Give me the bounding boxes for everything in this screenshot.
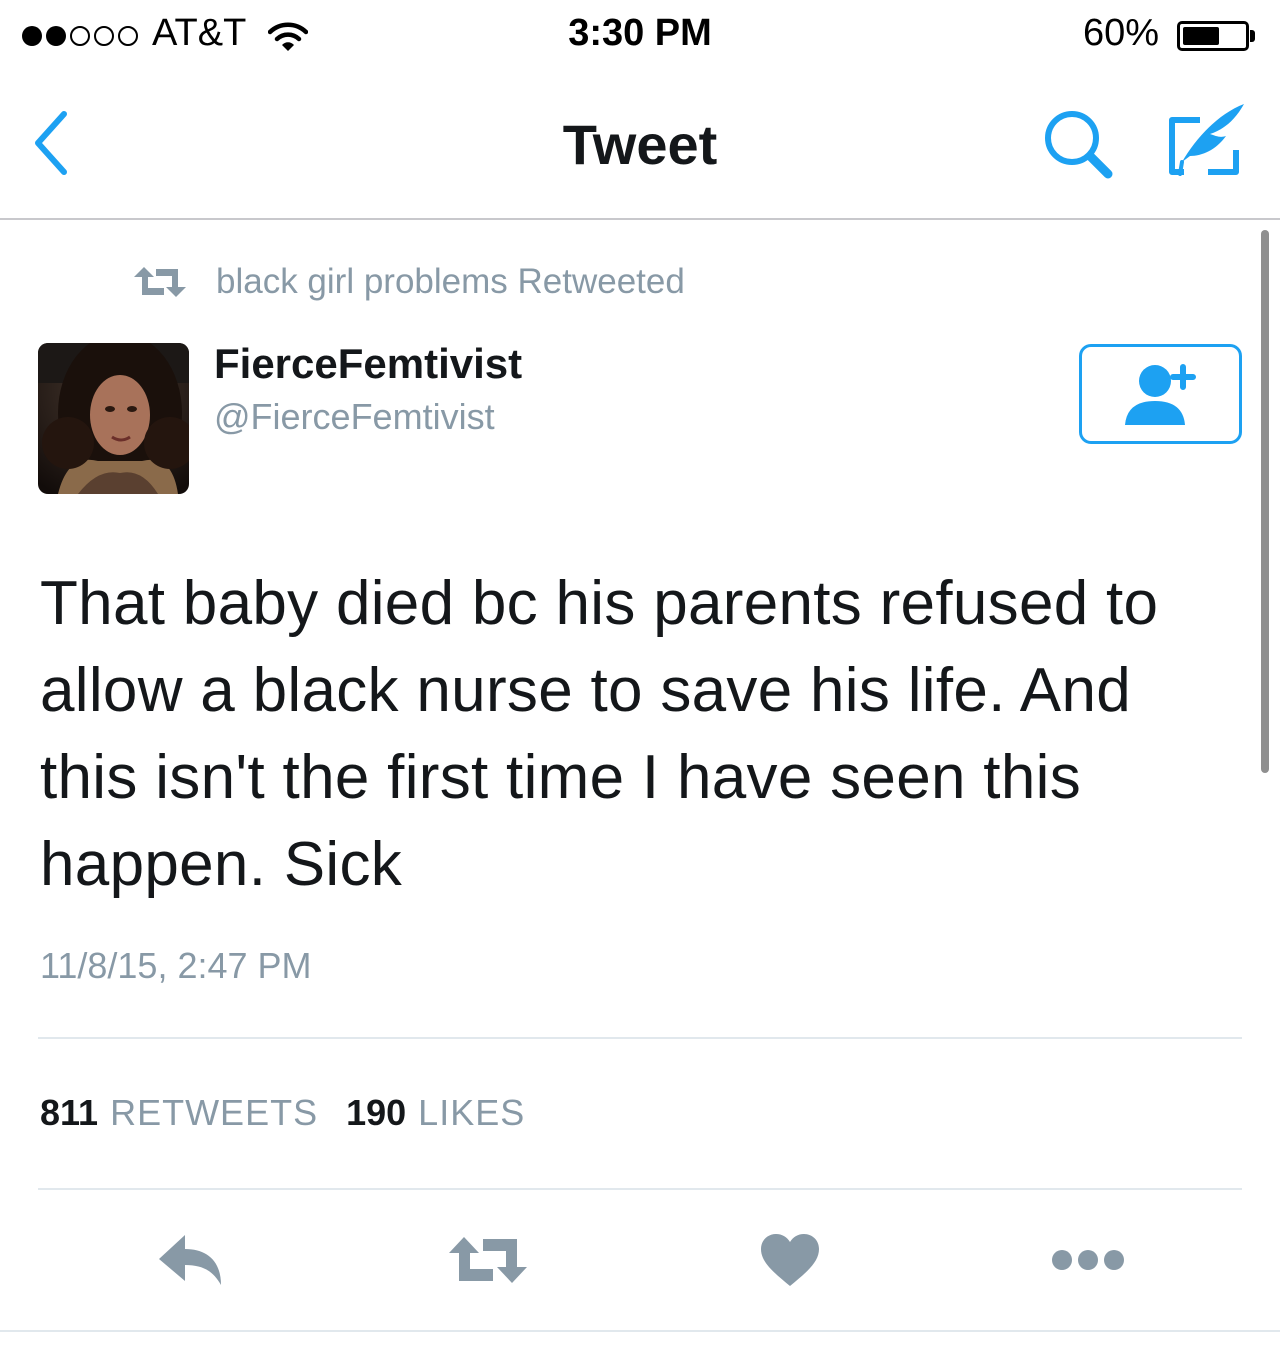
avatar[interactable] [38,343,189,494]
battery-level [1183,27,1219,45]
like-button[interactable] [750,1220,830,1300]
follow-button[interactable] [1079,344,1242,444]
retweet-context-text: black girl problems Retweeted [216,262,685,301]
status-bar: AT&T 3:30 PM 60% [0,0,1280,72]
battery-tip [1250,30,1255,42]
tweet-timestamp: 11/8/15, 2:47 PM [40,945,312,986]
add-user-icon [1124,364,1196,425]
battery-percentage: 60% [1083,12,1160,54]
author-name[interactable]: FierceFemtivist [214,340,522,388]
divider [38,1188,1242,1190]
divider [0,1330,1280,1332]
retweets-count: 811 [40,1092,99,1133]
search-button[interactable] [1040,108,1120,188]
likes-label: LIKES [418,1092,526,1133]
battery-icon [1177,21,1249,51]
tweet-action-bar [0,1220,1280,1300]
author-handle[interactable]: @FierceFemtivist [214,396,495,438]
retweet-icon [134,267,186,297]
more-icon [1052,1250,1124,1270]
navigation-bar: Tweet [0,72,1280,220]
more-options-button[interactable] [1048,1220,1128,1300]
likes-count: 190 [346,1092,407,1133]
scroll-indicator[interactable] [1261,230,1269,773]
tweet-stats: 811 RETWEETS 190 LIKES [40,1092,553,1134]
retweets-label: RETWEETS [110,1092,319,1133]
compose-button[interactable] [1164,100,1248,184]
compose-icon [1169,104,1244,176]
retweet-icon [449,1237,527,1283]
tweet-text: That baby died bc his parents refused to… [40,569,1159,899]
retweet-button[interactable] [448,1220,528,1300]
retweets-stat[interactable]: 811 RETWEETS [40,1092,346,1134]
likes-stat[interactable]: 190 LIKES [346,1092,553,1134]
heart-icon [761,1234,819,1286]
retweet-context[interactable]: black girl problems Retweeted [134,258,685,306]
reply-button[interactable] [150,1220,230,1300]
search-icon [1045,111,1113,179]
divider [38,1037,1242,1039]
reply-icon [159,1235,221,1285]
